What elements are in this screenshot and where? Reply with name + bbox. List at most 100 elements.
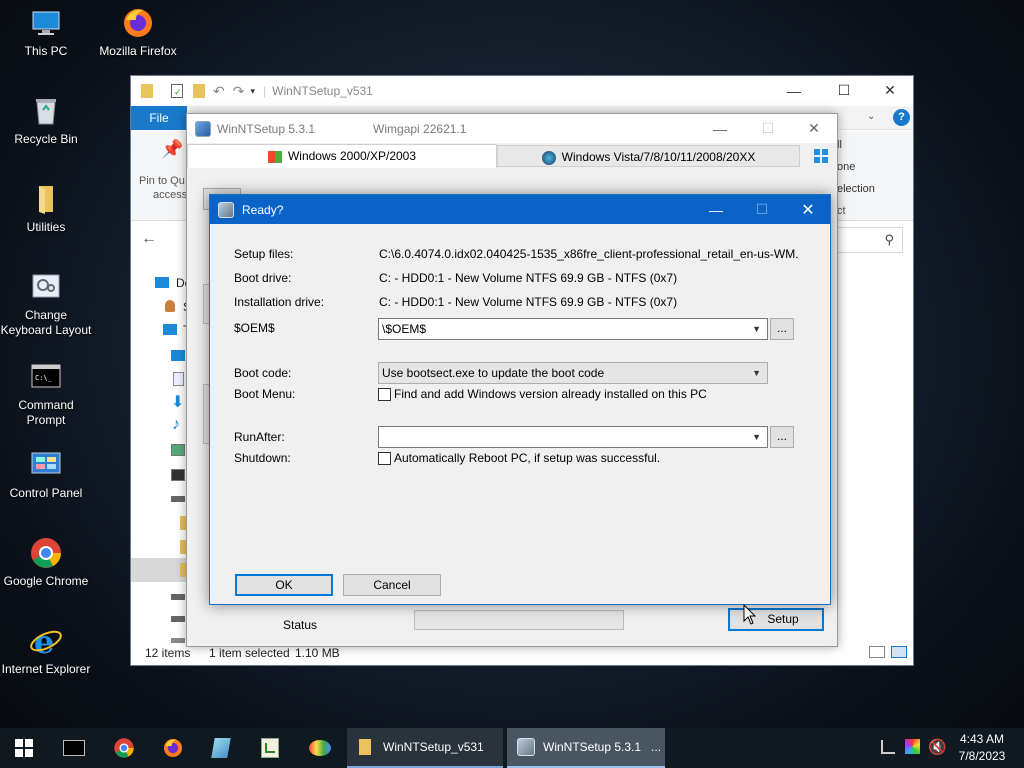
windows-logo-icon (814, 149, 828, 163)
close-button[interactable]: ✕ (791, 114, 837, 143)
file-tab[interactable]: File (131, 106, 187, 130)
shutdown-option[interactable]: Automatically Reboot PC, if setup was su… (394, 451, 660, 465)
taskbar-paint[interactable] (300, 732, 340, 764)
desktop-icon-label: Control Panel (9, 486, 83, 500)
ready-dialog-titlebar[interactable]: Ready? — ☐ ✕ (210, 195, 830, 224)
shutdown-checkbox[interactable] (378, 452, 391, 465)
shutdown-label: Shutdown: (234, 451, 291, 465)
notepad-icon (211, 738, 231, 758)
windows-start-icon (15, 739, 33, 757)
status-label: Status (283, 618, 318, 632)
installation-drive-value: C: - HDD0:1 - New Volume NTFS 69.9 GB - … (379, 295, 678, 309)
clock[interactable]: 4:43 AM 7/8/2023 (950, 732, 1014, 763)
start-button[interactable] (4, 732, 44, 764)
boot-code-label: Boot code: (234, 366, 292, 380)
desktop-icon-chrome[interactable]: Google Chrome (0, 536, 92, 589)
explorer-titlebar[interactable]: ✓ ↶ ↷ ▾ | WinNTSetup_v531 — ☐ ✕ (131, 76, 913, 106)
spreadsheet-icon (261, 738, 279, 758)
chrome-icon (114, 738, 134, 758)
mouse-cursor-icon (743, 604, 757, 625)
minimize-button[interactable]: — (771, 76, 817, 105)
setup-files-value: C:\6.0.4074.0.idx02.040425-1535_x86fre_c… (379, 247, 799, 261)
oem-value: \$OEM$ (382, 322, 427, 336)
taskbar-notepad[interactable] (201, 732, 241, 764)
ribbon-select-none[interactable]: one (837, 161, 855, 173)
boot-menu-checkbox[interactable] (378, 388, 391, 401)
pictures-icon (171, 444, 185, 456)
boot-drive-label: Boot drive: (234, 271, 292, 285)
folder-icon (359, 739, 371, 755)
setup-files-label: Setup files: (234, 247, 294, 261)
command-prompt-icon: C:\_ (29, 360, 63, 394)
taskbar-task-explorer-label: WinNTSetup_v531 (383, 740, 484, 754)
boot-code-combobox[interactable]: Use bootsect.exe to update the boot code… (378, 362, 768, 384)
winntsetup-titlebar[interactable]: WinNTSetup 5.3.1 Wimgapi 22621.1 — ☐ ✕ (187, 114, 837, 143)
redo-icon[interactable]: ↷ (233, 83, 245, 100)
boot-drive-value: C: - HDD0:1 - New Volume NTFS 69.9 GB - … (379, 271, 678, 285)
cancel-button[interactable]: Cancel (343, 574, 441, 596)
runafter-label: RunAfter: (234, 430, 285, 444)
pc-nav-icon (163, 324, 177, 335)
desktop-icon-control-panel[interactable]: Control Panel (0, 448, 92, 501)
back-arrow-icon[interactable]: ← (141, 230, 157, 248)
oem-combobox[interactable]: \$OEM$ ▼ (378, 318, 768, 340)
windows-vista-orb-icon (541, 150, 556, 165)
runafter-combobox[interactable]: ▼ (378, 426, 768, 448)
desktop-icon-label: Mozilla Firefox (99, 44, 177, 58)
taskbar-command-prompt[interactable] (54, 732, 94, 764)
desktop-icon-keyboard-layout[interactable]: Change Keyboard Layout (0, 270, 92, 338)
maximize-button[interactable]: ☐ (745, 114, 791, 143)
desktop-icon-recycle-bin[interactable]: Recycle Bin (0, 94, 92, 147)
runafter-browse-button[interactable]: ... (770, 426, 794, 448)
new-folder-icon[interactable] (193, 84, 205, 98)
taskbar-task-more: ... (651, 740, 662, 754)
desktop-icon-label: Internet Explorer (1, 662, 91, 676)
details-view-icon[interactable] (869, 646, 885, 658)
winntsetup-app-icon (218, 201, 234, 218)
folder-icon (29, 182, 63, 216)
close-button[interactable]: ✕ (867, 76, 913, 105)
network-tray-icon[interactable] (881, 740, 895, 754)
ready-dialog[interactable]: Ready? — ☐ ✕ Setup files: C:\6.0.4074.0.… (209, 194, 831, 605)
desktop-icon-command-prompt[interactable]: C:\_ Command Prompt (0, 360, 92, 428)
taskbar-chrome[interactable] (104, 732, 144, 764)
minimize-button[interactable]: — (693, 195, 739, 224)
desktop-icon-this-pc[interactable]: This PC (0, 6, 92, 59)
taskbar-task-winntsetup[interactable]: WinNTSetup 5.3.1 ... (507, 728, 665, 768)
desktop-icon-utilities[interactable]: Utilities (0, 182, 92, 235)
taskbar-task-explorer[interactable]: WinNTSetup_v531 (347, 728, 503, 768)
quick-access-dropdown-icon[interactable]: ▾ (250, 86, 255, 97)
maximize-button[interactable]: ☐ (821, 76, 867, 105)
color-tray-icon[interactable] (905, 739, 920, 754)
chevron-down-icon: ▼ (752, 368, 761, 378)
command-prompt-icon (63, 740, 85, 756)
ribbon-collapse-icon[interactable]: ⌄ (867, 111, 875, 122)
desktop-icon-firefox[interactable]: Mozilla Firefox (92, 6, 184, 59)
large-icons-view-icon[interactable] (891, 646, 907, 658)
undo-icon[interactable]: ↶ (213, 83, 225, 100)
pin-icon[interactable]: 📌 (161, 139, 183, 160)
drive-icon-3 (171, 616, 185, 622)
taskbar-spreadsheet[interactable] (250, 732, 290, 764)
selected-nav-row[interactable] (131, 558, 187, 582)
minimize-button[interactable]: — (697, 114, 743, 143)
search-box[interactable]: ⚲ (831, 227, 903, 253)
close-button[interactable]: ✕ (785, 195, 831, 224)
oem-browse-button[interactable]: ... (770, 318, 794, 340)
properties-icon[interactable]: ✓ (171, 84, 183, 98)
help-icon[interactable]: ? (893, 109, 910, 126)
svg-text:e: e (34, 624, 54, 658)
firefox-icon (121, 6, 155, 40)
boot-menu-option[interactable]: Find and add Windows version already ins… (394, 387, 707, 401)
ok-button[interactable]: OK (235, 574, 333, 596)
tab-windows-vista[interactable]: Windows Vista/7/8/10/11/2008/20XX (497, 145, 800, 167)
taskbar-firefox[interactable] (153, 732, 193, 764)
volume-muted-icon[interactable]: 🔇 (928, 738, 947, 756)
maximize-button[interactable]: ☐ (739, 195, 785, 224)
dialog-title: Ready? (242, 202, 284, 217)
setup-button-label: Setup (767, 612, 799, 626)
tab-windows-xp[interactable]: Windows 2000/XP/2003 (187, 144, 497, 168)
desktop-icon-internet-explorer[interactable]: e Internet Explorer (0, 623, 92, 677)
title-separator: | (263, 84, 267, 98)
ribbon-invert-selection[interactable]: election (837, 183, 875, 195)
